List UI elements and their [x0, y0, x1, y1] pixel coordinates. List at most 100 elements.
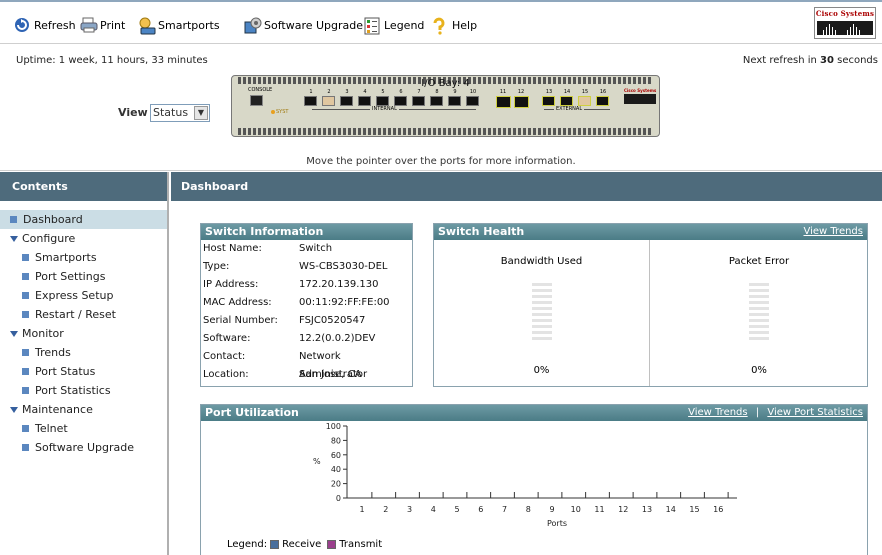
- port-number-label: 9: [453, 89, 457, 95]
- port-10[interactable]: [466, 96, 479, 106]
- sidebar-item-restart-reset[interactable]: Restart / Reset: [0, 305, 167, 324]
- port-14[interactable]: [560, 96, 573, 106]
- port-13[interactable]: [542, 96, 555, 106]
- sidebar-item-maintenance[interactable]: Maintenance: [0, 400, 167, 419]
- sidebar-item-smartports[interactable]: Smartports: [0, 248, 167, 267]
- sidebar-item-software-upgrade[interactable]: Software Upgrade: [0, 438, 167, 457]
- port-number-label: 15: [581, 89, 589, 95]
- info-value: 12.2(0.0.2)DEV: [299, 333, 376, 344]
- help-label: Help: [452, 18, 478, 32]
- legend-label: Legend: [384, 18, 425, 32]
- info-row: IP Address: 172.20.139.130: [201, 276, 412, 294]
- sidebar-item-port-statistics[interactable]: Port Statistics: [0, 381, 167, 400]
- chevron-down-icon[interactable]: ▼: [194, 106, 208, 120]
- port-4[interactable]: [358, 96, 371, 106]
- external-label: EXTERNAL: [554, 106, 585, 112]
- x-tick-label: 6: [478, 505, 483, 514]
- port-7[interactable]: [412, 96, 425, 106]
- bullet-square-icon: [22, 273, 29, 280]
- print-button[interactable]: Print: [80, 16, 125, 34]
- uptime-text: Uptime: 1 week, 11 hours, 33 minutes: [16, 55, 208, 66]
- y-axis-label: %: [313, 457, 321, 466]
- sidebar-item-express-setup[interactable]: Express Setup: [0, 286, 167, 305]
- transmit-swatch: [327, 540, 337, 549]
- port-5[interactable]: [376, 96, 389, 106]
- sidebar-item-trends[interactable]: Trends: [0, 343, 167, 362]
- view-port-statistics-link[interactable]: View Port Statistics: [767, 407, 863, 418]
- port-6[interactable]: [394, 96, 407, 106]
- port-12[interactable]: [514, 96, 529, 108]
- y-tick-label: 80: [331, 436, 341, 445]
- port-8[interactable]: [430, 96, 443, 106]
- sidebar-item-label: Trends: [35, 346, 71, 359]
- sidebar-item-configure[interactable]: Configure: [0, 229, 167, 248]
- packet-error-title: Packet Error: [728, 256, 790, 267]
- info-key: Type:: [203, 261, 230, 272]
- software-upgrade-button[interactable]: Software Upgrade: [244, 16, 363, 34]
- cisco-logo: Cisco Systems: [814, 7, 876, 39]
- console-port[interactable]: [250, 95, 263, 106]
- internal-label: INTERNAL: [370, 106, 399, 112]
- links-separator: |: [755, 407, 760, 418]
- port-1[interactable]: [304, 96, 317, 106]
- refresh-icon: [14, 17, 30, 33]
- syst-led-label: SYST: [276, 109, 289, 115]
- device-logo-graphic: [624, 94, 656, 104]
- y-tick-label: 0: [336, 494, 341, 503]
- bullet-square-icon: [10, 216, 17, 223]
- sidebar-item-monitor[interactable]: Monitor: [0, 324, 167, 343]
- x-tick-label: 2: [383, 505, 388, 514]
- console-label: CONSOLE: [248, 87, 273, 93]
- help-button[interactable]: Help: [432, 16, 478, 35]
- info-value: FSJC0520547: [299, 315, 366, 326]
- port-9[interactable]: [448, 96, 461, 106]
- expand-triangle-icon: [10, 406, 18, 413]
- port-3[interactable]: [340, 96, 353, 106]
- sidebar-item-port-status[interactable]: Port Status: [0, 362, 167, 381]
- bandwidth-used-title: Bandwidth Used: [500, 256, 583, 267]
- bullet-square-icon: [22, 254, 29, 261]
- smartports-button[interactable]: Smartports: [138, 16, 220, 35]
- refresh-button[interactable]: Refresh: [14, 16, 76, 34]
- sidebar-item-label: Restart / Reset: [35, 308, 116, 321]
- info-row: Software: 12.2(0.0.2)DEV: [201, 330, 412, 348]
- refresh-label: Refresh: [34, 18, 76, 32]
- device-status-area: Uptime: 1 week, 11 hours, 33 minutes Nex…: [0, 45, 882, 171]
- port-2[interactable]: [322, 96, 335, 106]
- x-tick-label: 4: [431, 505, 436, 514]
- sidebar-item-dashboard[interactable]: Dashboard: [0, 210, 167, 229]
- info-key: Host Name:: [203, 243, 262, 254]
- info-value: 00:11:92:FF:FE:00: [299, 297, 390, 308]
- x-tick-label: 9: [549, 505, 554, 514]
- sidebar-item-label: Telnet: [35, 422, 68, 435]
- sidebar-item-label: Dashboard: [23, 213, 83, 226]
- port-utilization-chart: 100806040200%1 2 3 4 5 6 7 8 9 10 11 12 13 14 15 16Port…: [313, 422, 737, 528]
- view-trends-link[interactable]: View Trends: [804, 224, 864, 240]
- legend-button[interactable]: Legend: [364, 16, 425, 35]
- port-view-trends-link[interactable]: View Trends: [688, 407, 748, 418]
- next-refresh-prefix: Next refresh in: [742, 55, 821, 66]
- switch-information-title: Switch Information: [201, 224, 412, 240]
- packet-error-gauge: Packet Error 0%: [651, 240, 867, 386]
- port-11[interactable]: [496, 96, 511, 108]
- sidebar-item-telnet[interactable]: Telnet: [0, 419, 167, 438]
- packet-error-value: 0%: [751, 365, 767, 376]
- port-15[interactable]: [578, 96, 591, 106]
- port-number-label: 13: [545, 89, 553, 95]
- sidebar-item-port-settings[interactable]: Port Settings: [0, 267, 167, 286]
- sidebar-item-label: Port Status: [35, 365, 96, 378]
- hint-text: Move the pointer over the ports for more…: [306, 156, 576, 167]
- x-tick-label: 10: [571, 505, 581, 514]
- bandwidth-used-value: 0%: [533, 365, 550, 376]
- view-select[interactable]: Status ▼: [150, 104, 210, 122]
- print-label: Print: [100, 18, 126, 32]
- software-upgrade-icon: [244, 17, 262, 34]
- legend-label-text: Legend:: [227, 539, 268, 550]
- sidebar-title: Contents: [0, 172, 167, 201]
- toolbar: Refresh Print Smartports Software Upgrad…: [0, 0, 882, 44]
- syst-led: [271, 110, 275, 114]
- port-16[interactable]: [596, 96, 609, 106]
- port-utilization-title: Port Utilization: [205, 406, 299, 419]
- expand-triangle-icon: [10, 330, 18, 337]
- switch-front-panel[interactable]: I/O Bay: 4 CONSOLE SYST INTERNAL EXTERNA…: [231, 75, 660, 137]
